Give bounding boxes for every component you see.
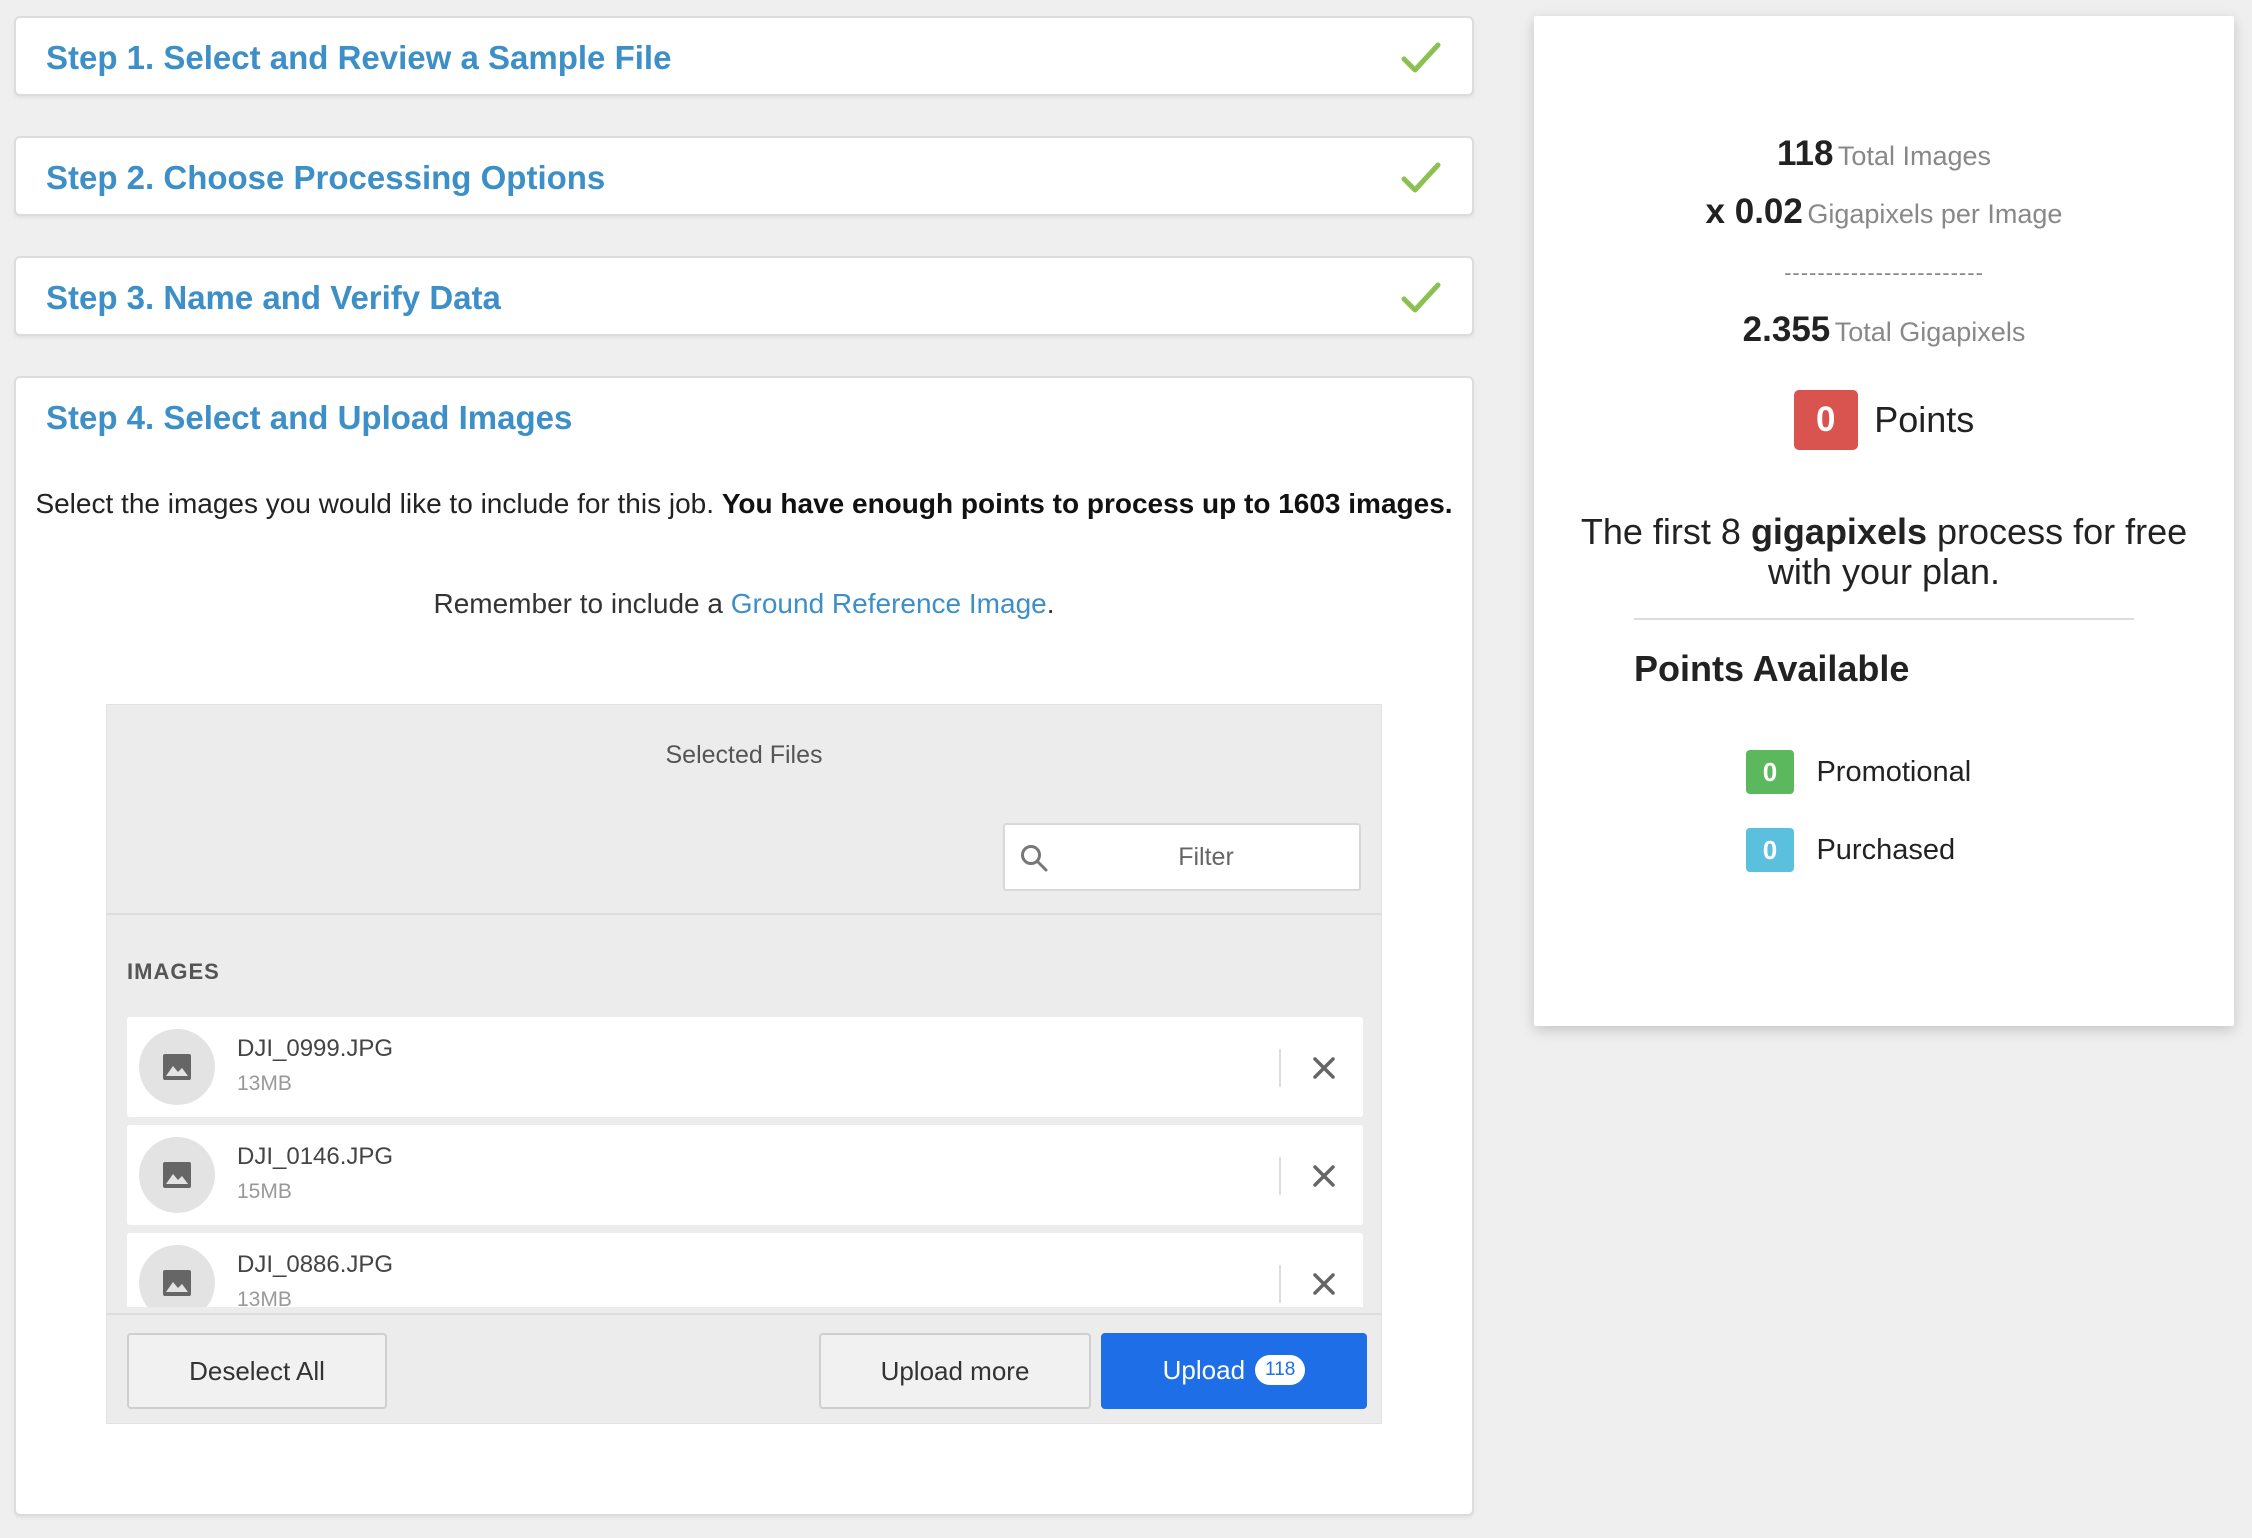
purchased-badge: 0 [1746,828,1794,872]
purchased-label: Purchased [1816,833,1956,866]
search-icon [1021,845,1048,872]
step-3-card[interactable]: Step 3. Name and Verify Data [14,256,1474,336]
total-gigapixels-label: Total Gigapixels [1834,317,2026,347]
step-1-card[interactable]: Step 1. Select and Review a Sample File [14,16,1474,96]
deselect-all-button[interactable]: Deselect All [127,1333,387,1409]
free-note-bold: gigapixels [1750,511,1927,552]
ground-reference-link[interactable]: Ground Reference Image [731,588,1047,619]
file-size: 13MB [237,1288,292,1307]
panel-divider [1634,618,2134,620]
step-4-title[interactable]: Step 4. Select and Upload Images [46,399,572,437]
files-header: Selected Files [107,705,1381,915]
step-2-card[interactable]: Step 2. Choose Processing Options [14,136,1474,216]
check-icon [1401,282,1441,313]
file-item[interactable]: DJI_0146.JPG 15MB [127,1125,1363,1225]
file-thumbnail [139,1137,215,1213]
points-label: Points [1874,399,1975,440]
check-icon [1401,162,1441,193]
total-gigapixels-line: 2.355 Total Gigapixels [1534,310,2234,350]
step-3-title[interactable]: Step 3. Name and Verify Data [46,279,501,317]
reminder-suffix: . [1046,588,1055,619]
intro-normal: Select the images you would like to incl… [35,488,715,519]
file-size: 15MB [237,1180,292,1203]
total-images-line: 118 Total Images [1534,134,2234,174]
promotional-badge: 0 [1746,750,1794,794]
close-icon [1313,1165,1335,1187]
images-label: IMAGES [127,959,220,984]
file-name: DJI_0146.JPG [237,1143,394,1170]
step-4-card: Step 4. Select and Upload Images Select … [14,376,1474,1516]
free-note-start: The first 8 [1580,511,1741,552]
filter-input[interactable] [1061,825,1351,889]
reminder-prefix: Remember to include a [433,588,723,619]
step-2-title[interactable]: Step 2. Choose Processing Options [46,159,605,197]
image-icon [163,1162,191,1188]
total-images-label: Total Images [1837,141,1991,171]
file-thumbnail [139,1029,215,1105]
summary-divider-dashes: ------------------------ [1784,260,1984,285]
remove-file-button[interactable] [1299,1151,1349,1201]
upload-count-badge: 118 [1255,1355,1306,1386]
reminder-text: Remember to include a Ground Reference I… [16,588,1472,620]
gigapixels-per-image-line: x 0.02 Gigapixels per Image [1534,192,2234,232]
file-item[interactable]: DJI_0886.JPG 13MB [127,1233,1363,1307]
file-list[interactable]: DJI_0999.JPG 13MB DJI_0146.JPG 15MB DJI_… [127,1017,1363,1307]
upload-button[interactable]: Upload 118 [1101,1333,1367,1409]
selected-files-panel: Selected Files IMAGES DJI_0999.JPG [106,704,1382,1424]
promotional-label: Promotional [1816,755,1972,788]
image-icon [163,1054,191,1080]
total-gigapixels-value: 2.355 [1742,310,1831,349]
file-divider [1279,1049,1281,1087]
file-name: DJI_0999.JPG [237,1035,394,1062]
files-title: Selected Files [665,741,823,769]
file-item[interactable]: DJI_0999.JPG 13MB [127,1017,1363,1117]
filter-box[interactable] [1003,823,1361,891]
purchased-row: 0 Purchased [1746,828,1955,872]
file-divider [1279,1265,1281,1303]
points-row: 0 Points [1534,390,2234,450]
intro-bold: You have enough points to process up to … [721,488,1453,519]
files-footer: Deselect All Upload more Upload 118 [107,1313,1381,1423]
image-icon [163,1270,191,1296]
file-size: 13MB [237,1072,292,1095]
step-1-title[interactable]: Step 1. Select and Review a Sample File [46,39,671,77]
points-available-title: Points Available [1634,648,1910,689]
check-icon [1401,42,1441,73]
remove-file-button[interactable] [1299,1259,1349,1307]
gigapixels-per-image-value: x 0.02 [1705,192,1803,231]
file-thumbnail [139,1245,215,1307]
close-icon [1313,1057,1335,1079]
intro-text: Select the images you would like to incl… [16,488,1472,520]
remove-file-button[interactable] [1299,1043,1349,1093]
file-divider [1279,1157,1281,1195]
points-badge: 0 [1793,390,1858,450]
total-images-value: 118 [1777,134,1834,173]
promotional-row: 0 Promotional [1746,750,1971,794]
upload-button-label: Upload [1162,1354,1246,1385]
file-name: DJI_0886.JPG [237,1251,394,1278]
close-icon [1313,1273,1335,1295]
summary-panel: 118 Total Images x 0.02 Gigapixels per I… [1534,16,2234,1026]
gigapixels-per-image-label: Gigapixels per Image [1807,199,2063,229]
free-gigapixels-note: The first 8 gigapixels process for free … [1574,512,2194,592]
upload-more-button[interactable]: Upload more [819,1333,1091,1409]
